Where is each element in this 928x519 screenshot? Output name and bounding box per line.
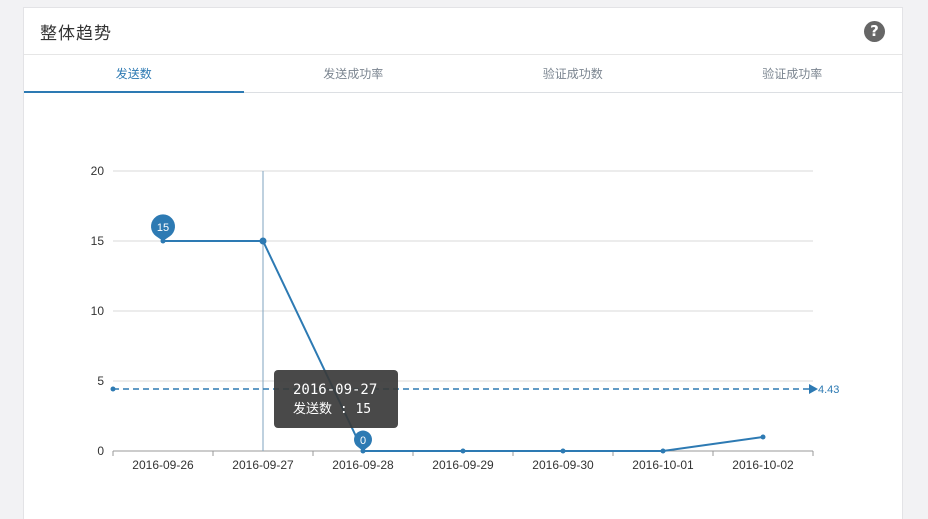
tooltip-title: 2016-09-27: [293, 382, 377, 398]
mark-point-label: 0: [360, 435, 366, 447]
x-tick-label: 2016-09-26: [132, 458, 194, 472]
x-tick-label: 2016-09-29: [432, 458, 494, 472]
data-point: [259, 237, 267, 245]
data-point: [660, 448, 666, 454]
data-point: [560, 448, 566, 454]
series-line: [163, 240, 764, 452]
average-mark-start: [110, 386, 116, 392]
tooltip-value: 发送数 : 15: [293, 401, 371, 417]
line-chart: 0 5 10 15 20 2016-09-26 2016-09-27 2016-09-28 20…: [91, 164, 840, 472]
x-tick-label: 2016-10-02: [732, 458, 794, 472]
y-tick-label: 15: [91, 234, 105, 248]
tooltip-box: [274, 370, 398, 428]
x-tick-label: 2016-09-27: [232, 458, 294, 472]
data-point: [760, 434, 766, 440]
y-tick-label: 5: [97, 374, 104, 388]
x-tick-label: 2016-09-28: [332, 458, 394, 472]
y-tick-label: 20: [91, 164, 105, 178]
y-tick-label: 10: [91, 304, 105, 318]
x-tick-label: 2016-10-01: [632, 458, 694, 472]
y-tick-label: 0: [97, 444, 104, 458]
data-point: [460, 448, 466, 454]
average-mark-label: 4.43: [818, 384, 839, 396]
x-tick-label: 2016-09-30: [532, 458, 594, 472]
mark-point-label: 15: [157, 222, 169, 234]
average-mark-arrow: [809, 383, 818, 394]
